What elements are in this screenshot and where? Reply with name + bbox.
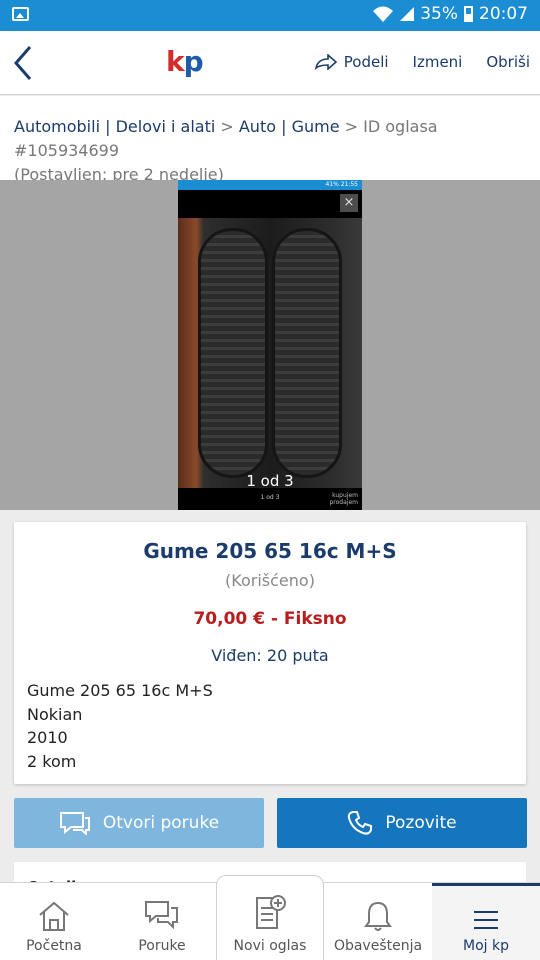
breadcrumb-separator: > [215, 117, 239, 136]
nav-new-ad-label: Novi oglas [233, 938, 307, 954]
inner-status-bar: 41% 21:55 [178, 180, 362, 190]
tire-right [272, 228, 342, 478]
share-icon [314, 54, 337, 70]
clock: 20:07 [479, 4, 528, 24]
nav-new-ad[interactable]: Novi oglas [216, 883, 324, 960]
tire-left [198, 228, 268, 478]
back-arrow-icon[interactable] [10, 43, 40, 83]
nav-my-kp-label: Moj kp [463, 938, 509, 954]
logo-p: p [183, 45, 204, 78]
bottom-navigation: Početna Poruke Novi oglas Obaveštenja Mo… [0, 875, 540, 960]
share-button[interactable]: Podeli [314, 53, 389, 71]
share-label: Podeli [343, 53, 389, 71]
ad-views: Viđen: 20 puta [211, 646, 329, 665]
ad-title: Gume 205 65 16c M+S [143, 539, 397, 563]
delete-button[interactable]: Obriši [486, 53, 530, 71]
gallery-icon [12, 7, 29, 21]
watermark-line-1: kupujem [332, 492, 358, 499]
logo-k: k [166, 45, 185, 78]
ad-condition: (Korišćeno) [225, 571, 315, 590]
nav-notifications-label: Obaveštenja [333, 938, 423, 954]
breadcrumb-category[interactable]: Automobili | Delovi i alati [14, 117, 215, 136]
watermark-line-2: prodajem [329, 499, 358, 506]
menu-icon [474, 911, 498, 929]
phone-icon [348, 811, 373, 835]
photo-counter: 1 od 3 [246, 472, 294, 490]
watermark: kupujem prodajem [329, 492, 358, 506]
chat-icon [59, 812, 90, 835]
nav-messages[interactable]: Poruke [108, 883, 216, 960]
ad-price: 70,00 € - Fiksno [193, 609, 347, 629]
ad-photo[interactable]: 41% 21:55 × 1 od 3 1 od 3 kupujem prodaj… [178, 180, 362, 510]
open-messages-label: Otvori poruke [102, 813, 220, 833]
edit-button[interactable]: Izmeni [413, 53, 463, 71]
app-header: kp Podeli Izmeni Obriši [0, 31, 540, 95]
messages-icon [145, 901, 178, 930]
nav-my-kp[interactable]: Moj kp [432, 883, 540, 960]
call-label: Pozovite [385, 813, 457, 833]
kp-logo[interactable]: kp [166, 45, 204, 78]
bell-icon [364, 901, 392, 931]
close-icon: × [340, 194, 358, 212]
ad-description: Gume 205 65 16c M+S Nokian 2010 2 kom [27, 679, 213, 773]
open-messages-button[interactable]: Otvori poruke [14, 798, 264, 848]
call-button[interactable]: Pozovite [277, 798, 527, 848]
ad-details-card: Gume 205 65 16c M+S (Korišćeno) 70,00 € … [14, 522, 526, 784]
tires-picture [178, 218, 362, 488]
wifi-icon [373, 6, 394, 22]
nav-home-label: Početna [26, 938, 82, 954]
breadcrumb: Automobili | Delovi i alati > Auto | Gum… [14, 115, 530, 187]
description-line: Gume 205 65 16c M+S [27, 681, 213, 700]
description-line: 2 kom [27, 751, 77, 771]
battery-percent: 35% [420, 4, 458, 24]
battery-icon [464, 6, 473, 22]
photo-gallery[interactable]: 41% 21:55 × 1 od 3 1 od 3 kupujem prodaj… [0, 180, 540, 510]
description-line: Nokian [27, 704, 83, 724]
nav-notifications[interactable]: Obaveštenja [324, 883, 432, 960]
breadcrumb-subcategory[interactable]: Auto | Gume [239, 117, 340, 136]
home-icon [39, 901, 69, 931]
description-line: 2010 [27, 728, 68, 747]
nav-messages-label: Poruke [138, 938, 186, 954]
nav-home[interactable]: Početna [0, 883, 108, 960]
new-ad-icon [256, 895, 286, 929]
signal-icon [400, 7, 415, 21]
breadcrumb-section: Automobili | Delovi i alati > Auto | Gum… [0, 96, 540, 184]
status-bar: 35% 20:07 [0, 0, 540, 31]
